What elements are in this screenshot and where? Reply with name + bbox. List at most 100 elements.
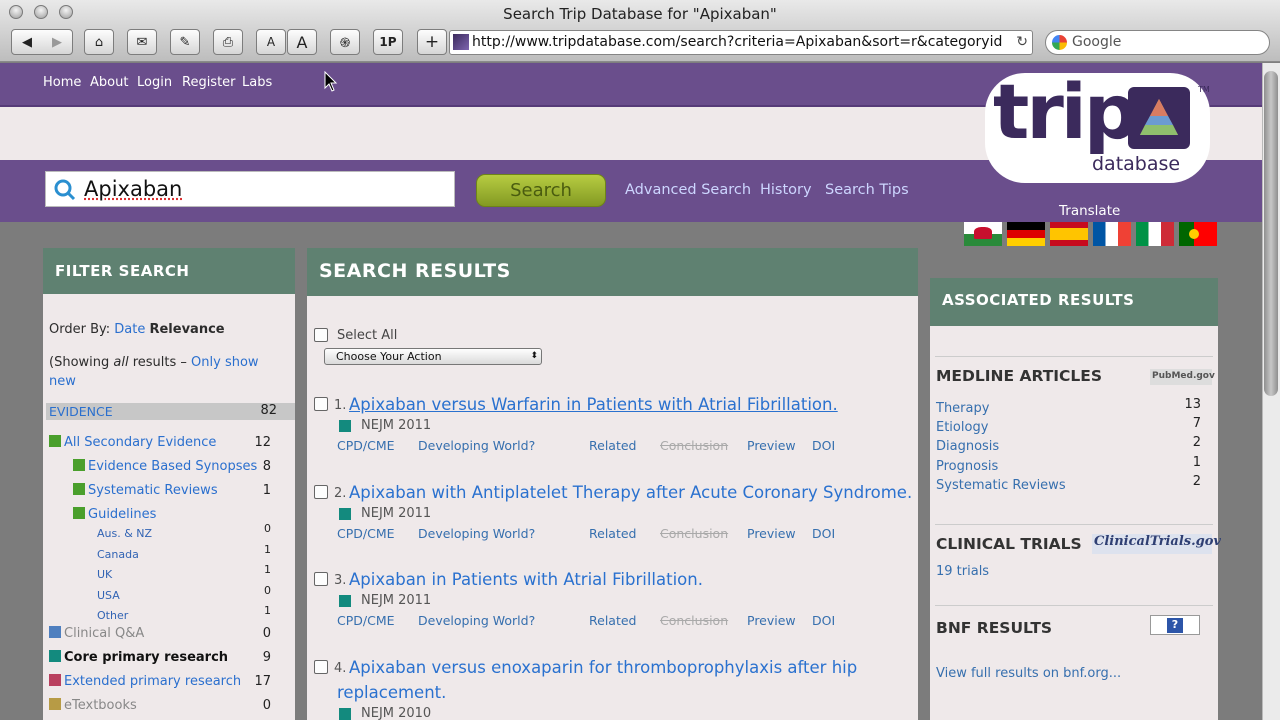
filter-category[interactable]: eTextbooks 0 <box>49 698 289 716</box>
filter-category-label: Clinical Q&A <box>64 626 145 641</box>
related-link[interactable]: Related <box>589 613 636 628</box>
guideline-item[interactable]: Other 1 <box>97 604 289 622</box>
italian-flag-icon[interactable] <box>1136 222 1174 246</box>
filter-item-label: All Secondary Evidence <box>64 435 217 450</box>
result-checkbox[interactable] <box>314 659 328 674</box>
category-color-icon <box>73 507 85 519</box>
developing-world-link[interactable]: Developing World? <box>418 438 535 453</box>
spanish-flag-icon[interactable] <box>1050 222 1088 246</box>
mail-button[interactable]: ✉ <box>127 29 157 55</box>
url-text: http://www.tripdatabase.com/search?crite… <box>472 34 1003 50</box>
filter-item[interactable]: Evidence Based Synopses 8 <box>73 459 289 477</box>
web-search-field[interactable]: Google <box>1045 30 1270 55</box>
add-bookmark-button[interactable]: + <box>417 29 447 55</box>
nav-labs[interactable]: Labs <box>242 75 272 90</box>
snippet-button[interactable]: ֍ <box>330 29 360 55</box>
nav-register[interactable]: Register <box>182 75 236 90</box>
preview-link[interactable]: Preview <box>747 613 796 628</box>
back-forward-buttons[interactable]: ◀ ▶ <box>11 29 73 55</box>
logo-pyramid-icon <box>1128 87 1190 149</box>
filter-category[interactable]: Core primary research 9 <box>49 650 289 668</box>
nav-login[interactable]: Login <box>137 75 172 90</box>
result-title-link[interactable]: Apixaban in Patients with Atrial Fibrill… <box>349 570 703 589</box>
nav-about[interactable]: About <box>90 75 128 90</box>
clinical-trials-title: CLINICAL TRIALS <box>936 535 1082 553</box>
back-arrow-icon[interactable]: ◀ <box>22 35 32 50</box>
address-bar[interactable]: http://www.tripdatabase.com/search?crite… <box>449 30 1033 55</box>
search-button[interactable]: Search <box>476 174 606 207</box>
filter-item-count: 1 <box>262 483 271 498</box>
home-button[interactable]: ⌂ <box>84 29 114 55</box>
order-date-link[interactable]: Date <box>114 322 145 337</box>
filter-category-label: Extended primary research <box>64 674 242 689</box>
german-flag-icon[interactable] <box>1007 222 1045 246</box>
result-title-link[interactable]: Apixaban versus Warfarin in Patients wit… <box>349 395 838 414</box>
site-favicon <box>453 34 469 50</box>
text-larger-button[interactable]: A <box>287 29 317 55</box>
filter-category[interactable]: Extended primary research 17 <box>49 674 289 692</box>
cpd-cme-link[interactable]: CPD/CME <box>337 438 395 453</box>
conclusion-link[interactable]: Conclusion <box>660 526 728 541</box>
history-link[interactable]: History <box>760 182 812 198</box>
doi-link[interactable]: DOI <box>812 613 835 628</box>
trip-logo[interactable]: trip database TM <box>985 67 1220 183</box>
preview-link[interactable]: Preview <box>747 438 796 453</box>
medline-item[interactable]: Diagnosis 2 <box>936 435 1201 454</box>
guideline-item[interactable]: UK 1 <box>97 563 289 581</box>
scrollbar-thumb[interactable] <box>1264 71 1278 396</box>
evidence-row[interactable]: EVIDENCE 82 <box>46 403 295 420</box>
result-title-link[interactable]: Apixaban versus enoxaparin for thrombopr… <box>349 658 857 677</box>
forward-arrow-icon[interactable]: ▶ <box>52 35 62 50</box>
bnf-logo[interactable]: ? <box>1150 615 1200 635</box>
result-checkbox[interactable] <box>314 484 328 499</box>
cpd-cme-link[interactable]: CPD/CME <box>337 526 395 541</box>
bnf-full-results-link[interactable]: View full results on bnf.org... <box>936 666 1121 681</box>
search-input[interactable]: Apixaban <box>45 171 455 207</box>
select-all-checkbox[interactable] <box>314 328 328 342</box>
order-by: Order By: Date Relevance <box>49 322 225 337</box>
cpd-cme-link[interactable]: CPD/CME <box>337 613 395 628</box>
print-button[interactable]: ⎙ <box>213 29 243 55</box>
filter-category[interactable]: Clinical Q&A 0 <box>49 626 289 644</box>
edit-button[interactable]: ✎ <box>170 29 200 55</box>
welsh-flag-icon[interactable] <box>964 222 1002 246</box>
developing-world-link[interactable]: Developing World? <box>418 613 535 628</box>
text-smaller-button[interactable]: A <box>256 29 286 55</box>
trials-count-link[interactable]: 19 trials <box>936 564 989 579</box>
conclusion-link[interactable]: Conclusion <box>660 438 728 453</box>
conclusion-link[interactable]: Conclusion <box>660 613 728 628</box>
medline-item[interactable]: Therapy 13 <box>936 397 1201 416</box>
guideline-item[interactable]: Canada 1 <box>97 543 289 561</box>
portuguese-flag-icon[interactable] <box>1179 222 1217 246</box>
logo-subtitle: database <box>1092 153 1181 175</box>
related-link[interactable]: Related <box>589 438 636 453</box>
clinicaltrials-logo[interactable]: ClinicalTrials.gov <box>1092 534 1221 554</box>
advanced-search-link[interactable]: Advanced Search <box>625 182 751 198</box>
result-checkbox[interactable] <box>314 572 328 586</box>
search-tips-link[interactable]: Search Tips <box>825 182 909 198</box>
guideline-item[interactable]: Aus. & NZ 0 <box>97 522 289 540</box>
related-link[interactable]: Related <box>589 526 636 541</box>
pubmed-logo[interactable]: PubMed.gov <box>1150 369 1215 385</box>
filter-item[interactable]: Systematic Reviews 1 <box>73 483 289 501</box>
filter-item[interactable]: All Secondary Evidence 12 <box>49 435 289 453</box>
reload-icon[interactable]: ↻ <box>1012 31 1028 54</box>
result-title-link[interactable]: Apixaban with Antiplatelet Therapy after… <box>349 483 912 502</box>
french-flag-icon[interactable] <box>1093 222 1131 246</box>
doi-link[interactable]: DOI <box>812 438 835 453</box>
filter-item-label: Evidence Based Synopses <box>88 459 258 474</box>
onepassword-button[interactable]: 1P <box>373 29 403 55</box>
choose-action-value: Choose Your Action <box>336 350 442 363</box>
nav-home[interactable]: Home <box>43 75 81 90</box>
guideline-item[interactable]: USA 0 <box>97 584 289 602</box>
developing-world-link[interactable]: Developing World? <box>418 526 535 541</box>
doi-link[interactable]: DOI <box>812 526 835 541</box>
category-color-icon <box>49 698 61 710</box>
result-checkbox[interactable] <box>314 397 328 411</box>
choose-action-select[interactable]: Choose Your Action ⬍ <box>324 348 542 365</box>
medline-item[interactable]: Prognosis 1 <box>936 455 1201 474</box>
medline-item[interactable]: Etiology 7 <box>936 416 1201 435</box>
medline-item[interactable]: Systematic Reviews 2 <box>936 474 1201 493</box>
result-title-link-cont[interactable]: replacement. <box>337 683 446 702</box>
preview-link[interactable]: Preview <box>747 526 796 541</box>
